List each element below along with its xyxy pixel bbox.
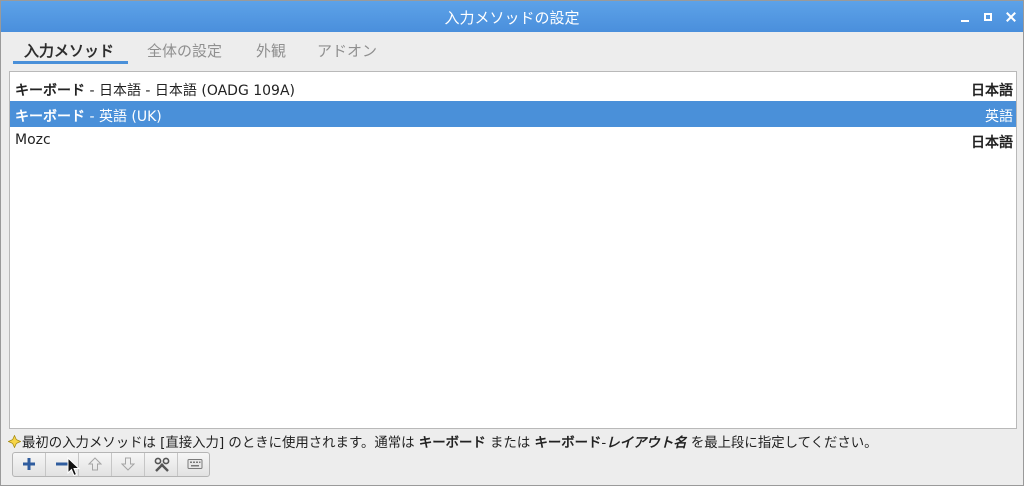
input-method-list[interactable]: キーボード - 日本語 - 日本語 (OADG 109A) 日本語 キーボード … [9, 71, 1017, 429]
list-item-name: キーボード - 英語 (UK) [15, 109, 162, 125]
move-up-icon [88, 457, 102, 471]
list-item[interactable]: キーボード - 英語 (UK) 英語 [10, 101, 1016, 127]
move-down-button[interactable] [112, 453, 145, 476]
list-item-name: キーボード - 日本語 - 日本語 (OADG 109A) [15, 83, 296, 99]
keyboard-layout-button[interactable] [178, 453, 211, 476]
hint-text: 最初の入力メソッドは [直接入力] のときに使用されます。通常は キーボード ま… [8, 431, 878, 451]
add-icon [23, 458, 35, 470]
tab-appearance[interactable]: 外観 [256, 40, 286, 61]
active-tab-indicator [13, 61, 128, 64]
tab-bar: 入力メソッド 全体の設定 外観 アドオン [1, 32, 1023, 68]
list-toolbar [12, 452, 210, 477]
info-star-icon [8, 435, 21, 448]
tab-global-settings[interactable]: 全体の設定 [147, 40, 222, 61]
tab-input-method[interactable]: 入力メソッド [24, 40, 114, 61]
input-method-settings-window: 入力メソッドの設定 入力メソッド 全体の設定 外観 アドオン キーボード - 日… [0, 0, 1024, 486]
minimize-icon[interactable] [957, 9, 973, 25]
list-item-language: 英語 [985, 109, 1013, 125]
tab-addons[interactable]: アドオン [317, 40, 377, 61]
list-item-name: Mozc [15, 132, 51, 148]
list-item[interactable]: キーボード - 日本語 - 日本語 (OADG 109A) 日本語 [10, 75, 1016, 101]
keyboard-layout-icon [187, 459, 203, 469]
list-item-language: 日本語 [971, 135, 1013, 151]
move-up-button[interactable] [79, 453, 112, 476]
move-down-icon [121, 457, 135, 471]
close-icon[interactable] [1003, 9, 1019, 25]
configure-icon [154, 457, 170, 472]
configure-button[interactable] [145, 453, 178, 476]
title-bar[interactable]: 入力メソッドの設定 [1, 1, 1023, 32]
add-button[interactable] [13, 453, 46, 476]
list-item[interactable]: Mozc 日本語 [10, 127, 1016, 153]
list-item-language: 日本語 [971, 83, 1013, 99]
window-title: 入力メソッドの設定 [444, 9, 580, 27]
mouse-pointer-icon [67, 457, 81, 477]
maximize-icon[interactable] [980, 9, 996, 25]
